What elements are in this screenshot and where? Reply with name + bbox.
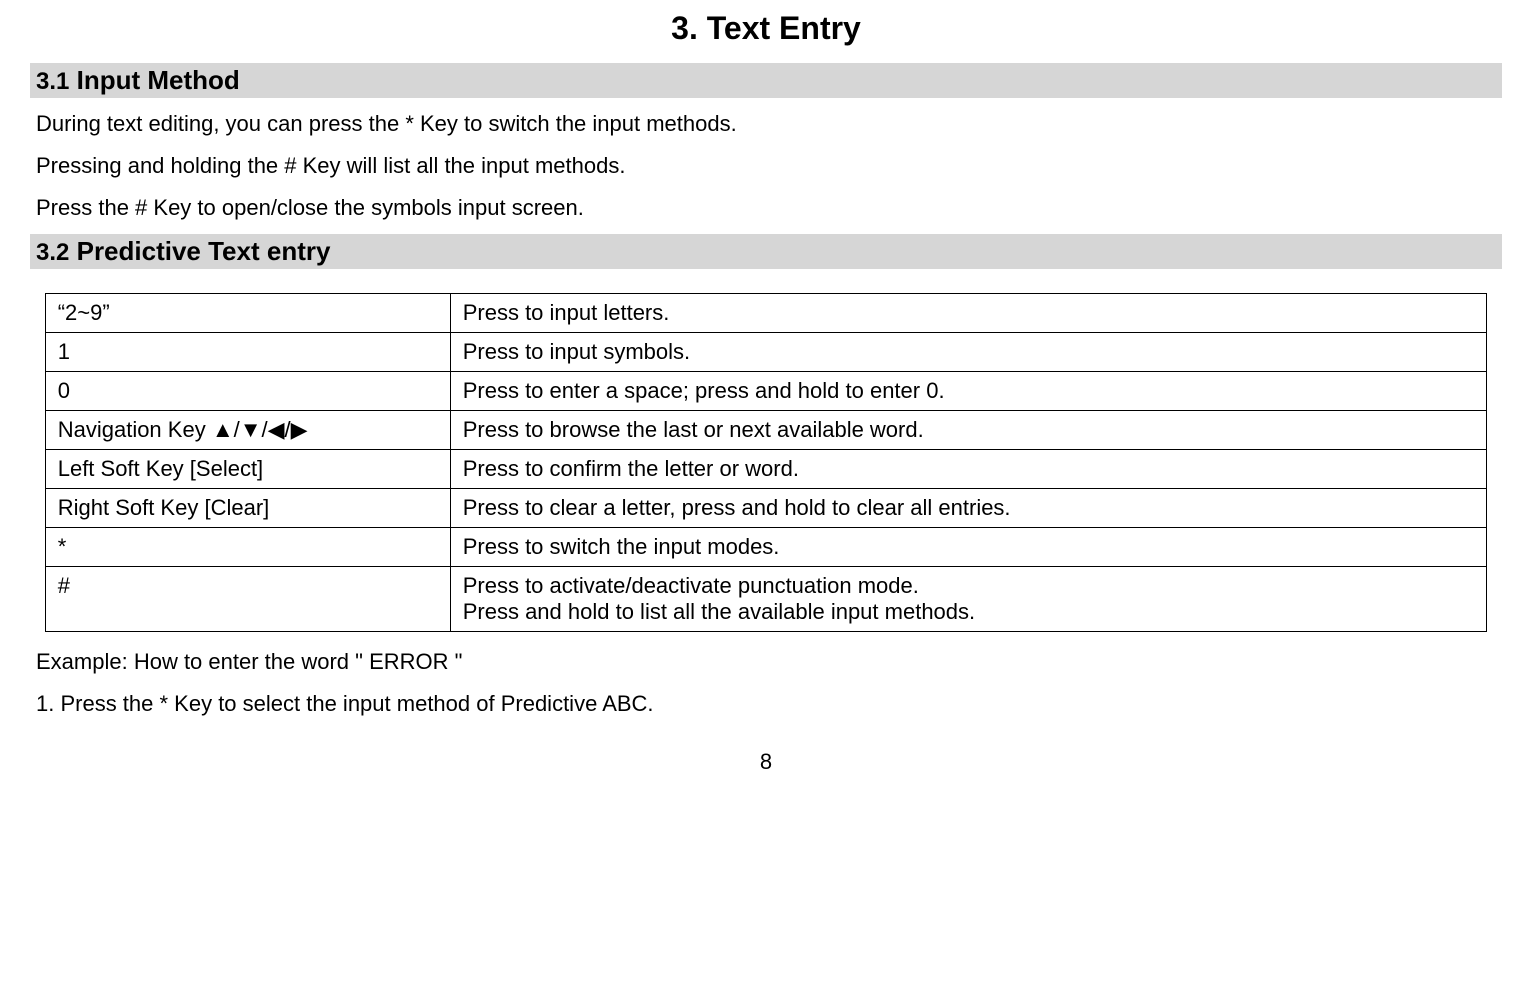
desc-line-2: Press and hold to list all the available…	[463, 599, 1475, 625]
key-cell: Right Soft Key [Clear]	[45, 488, 450, 527]
desc-cell: Press to input symbols.	[450, 332, 1487, 371]
desc-cell: Press to clear a letter, press and hold …	[450, 488, 1487, 527]
paragraph-3: Press the # Key to open/close the symbol…	[36, 192, 1496, 224]
key-cell: Navigation Key ▲/▼/◀/▶	[45, 410, 450, 449]
page-content: 3. Text Entry 3.1 Input Method During te…	[0, 0, 1532, 795]
desc-cell: Press to switch the input modes.	[450, 527, 1487, 566]
chapter-title: 3. Text Entry	[30, 10, 1502, 47]
key-cell: #	[45, 566, 450, 631]
section-3-1-label: Input Method	[69, 65, 239, 95]
table-row: 0 Press to enter a space; press and hold…	[45, 371, 1487, 410]
key-cell: Left Soft Key [Select]	[45, 449, 450, 488]
section-3-2-header: 3.2 Predictive Text entry	[30, 234, 1502, 269]
table-row: # Press to activate/deactivate punctuati…	[45, 566, 1487, 631]
example-step-1: 1. Press the * Key to select the input m…	[36, 688, 1496, 720]
navigation-arrows-icon: ▲/▼/◀/▶	[212, 417, 308, 442]
section-3-1-number: 3.1	[36, 68, 69, 95]
section-3-2-label: Predictive Text entry	[69, 236, 330, 266]
table-row: Left Soft Key [Select] Press to confirm …	[45, 449, 1487, 488]
key-cell: “2~9”	[45, 293, 450, 332]
desc-cell: Press to input letters.	[450, 293, 1487, 332]
paragraph-1: During text editing, you can press the *…	[36, 108, 1496, 140]
key-cell: 0	[45, 371, 450, 410]
desc-cell: Press to activate/deactivate punctuation…	[450, 566, 1487, 631]
paragraph-2: Pressing and holding the # Key will list…	[36, 150, 1496, 182]
key-cell: 1	[45, 332, 450, 371]
key-cell: *	[45, 527, 450, 566]
desc-line-1: Press to activate/deactivate punctuation…	[463, 573, 1475, 599]
nav-key-prefix: Navigation Key	[58, 417, 212, 442]
page-number: 8	[30, 749, 1502, 775]
section-3-2-number: 3.2	[36, 239, 69, 266]
section-3-1-header: 3.1 Input Method	[30, 63, 1502, 98]
predictive-text-table: “2~9” Press to input letters. 1 Press to…	[45, 293, 1488, 632]
desc-cell: Press to browse the last or next availab…	[450, 410, 1487, 449]
table-row: 1 Press to input symbols.	[45, 332, 1487, 371]
table-row: “2~9” Press to input letters.	[45, 293, 1487, 332]
table-row: * Press to switch the input modes.	[45, 527, 1487, 566]
desc-cell: Press to confirm the letter or word.	[450, 449, 1487, 488]
table-row: Right Soft Key [Clear] Press to clear a …	[45, 488, 1487, 527]
table-row: Navigation Key ▲/▼/◀/▶ Press to browse t…	[45, 410, 1487, 449]
desc-cell: Press to enter a space; press and hold t…	[450, 371, 1487, 410]
example-heading: Example: How to enter the word " ERROR "	[36, 646, 1496, 678]
